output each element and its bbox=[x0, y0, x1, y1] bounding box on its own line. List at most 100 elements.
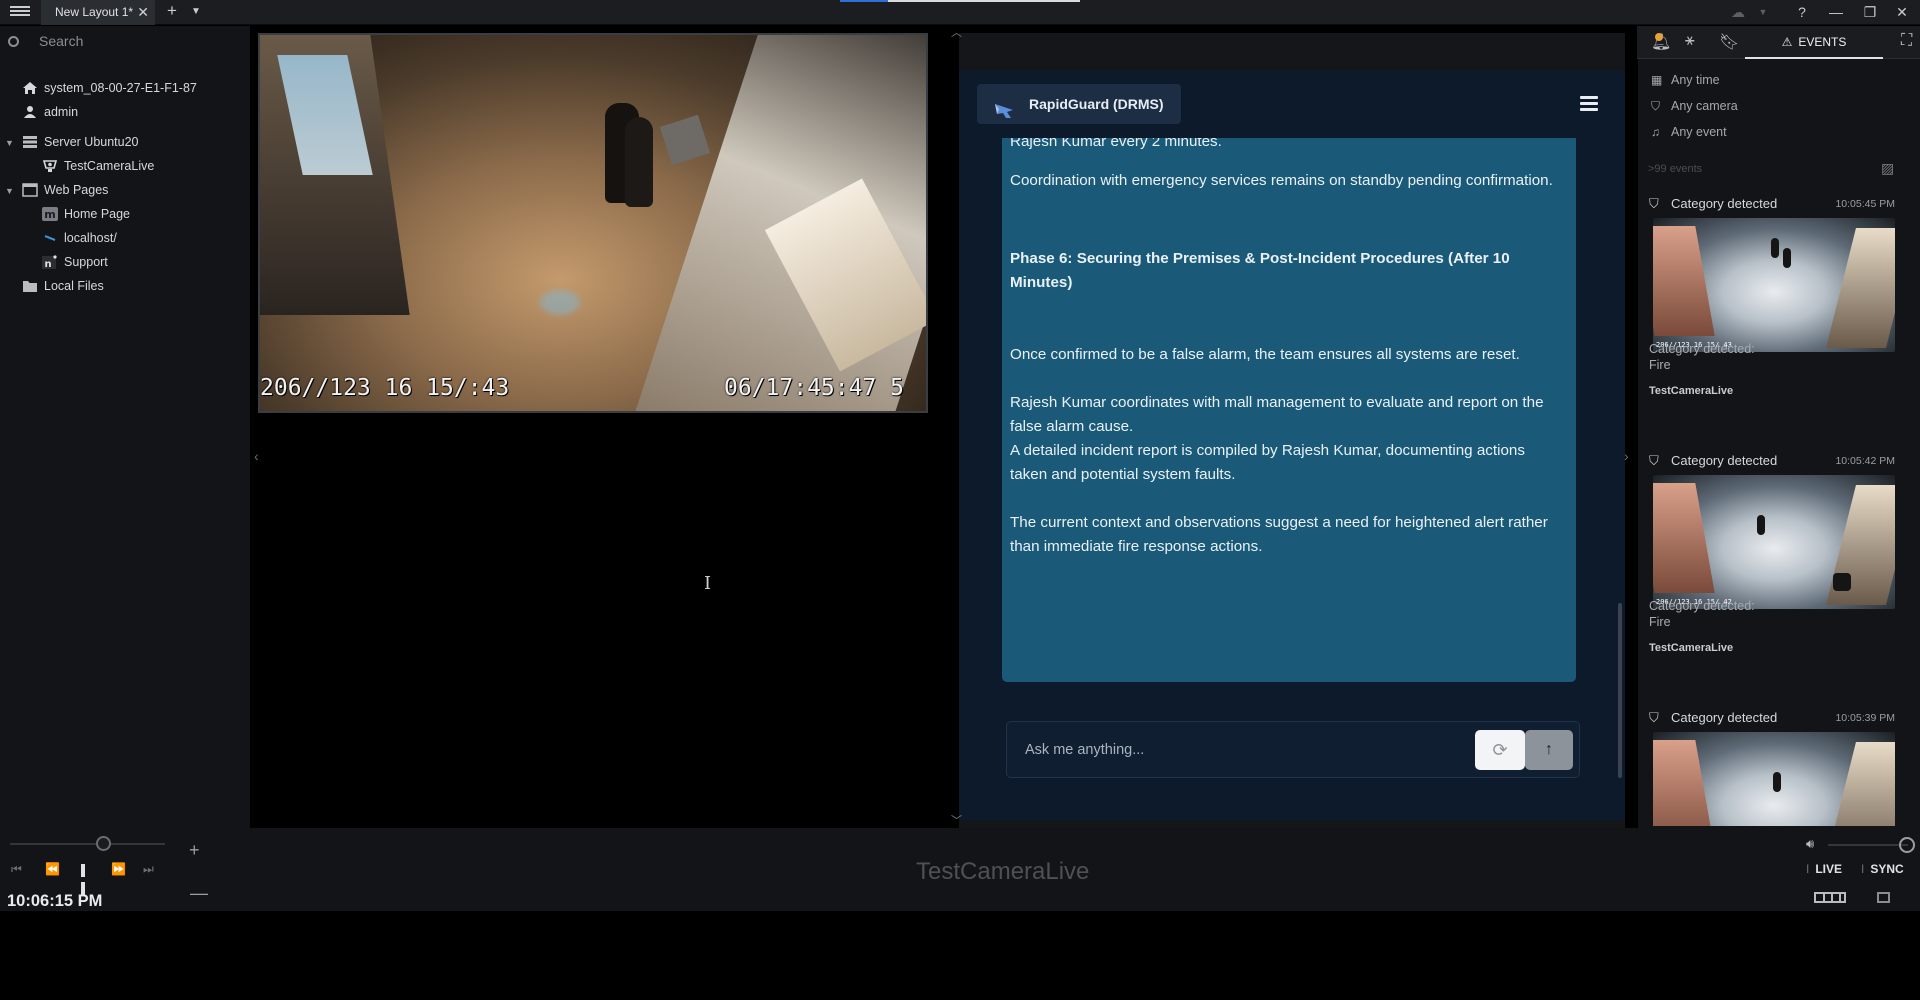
event-thumbnail[interactable]: 206//123 16 15/ 43 bbox=[1653, 218, 1895, 352]
send-button[interactable]: ↑ bbox=[1525, 730, 1573, 770]
video-object bbox=[659, 114, 711, 166]
zoom-in-button[interactable]: + bbox=[189, 840, 200, 861]
app-window: New Layout 1* ✕ + ▼ ☁ ▼ ? — ❐ ✕ Search s… bbox=[0, 0, 1920, 1000]
filter-any-time[interactable]: ▦ Any time bbox=[1651, 73, 1720, 87]
event-thumbnail[interactable]: 206//123 16 15/ 42 bbox=[1653, 475, 1895, 609]
event-card[interactable]: ⛉ Category detected 10:05:45 PM 206//123 … bbox=[1649, 196, 1901, 446]
event-card[interactable]: ⛉ Category detected 10:05:39 PM bbox=[1649, 710, 1901, 826]
live-button[interactable]: I LIVE bbox=[1806, 862, 1842, 876]
tab-new-layout[interactable]: New Layout 1* ✕ bbox=[41, 0, 155, 25]
tree-item-home-page[interactable]: m Home Page bbox=[42, 204, 130, 224]
speed-slider-handle[interactable] bbox=[96, 836, 111, 851]
volume-slider-track[interactable] bbox=[1828, 844, 1908, 846]
clear-events-icon[interactable]: ▨ bbox=[1881, 160, 1894, 177]
filter-any-camera[interactable]: ⛉ Any camera bbox=[1651, 99, 1738, 114]
thumb-person bbox=[1771, 238, 1779, 258]
web-pages-icon bbox=[22, 182, 38, 197]
video-person bbox=[625, 117, 653, 207]
home-icon bbox=[22, 81, 38, 95]
event-description: Category detected: Fire bbox=[1649, 341, 1755, 373]
skip-to-start-icon[interactable]: ⏮ bbox=[11, 862, 22, 877]
thumb-scene bbox=[1653, 740, 1715, 826]
filter-any-event[interactable]: ♫ Any event bbox=[1651, 125, 1727, 139]
event-title-text: Category detected bbox=[1671, 196, 1778, 211]
collapse-right-panel-icon[interactable]: › bbox=[1624, 448, 1629, 464]
event-time: 10:05:39 PM bbox=[1835, 712, 1895, 724]
step-forward-icon[interactable]: ⏩ bbox=[111, 862, 126, 876]
tab-events[interactable]: ⚠ EVENTS bbox=[1745, 26, 1883, 59]
event-card[interactable]: ⛉ Category detected 10:05:42 PM 206//123 … bbox=[1649, 453, 1901, 703]
chat-menu-button[interactable] bbox=[1580, 96, 1598, 114]
tab-close-icon[interactable]: ✕ bbox=[137, 0, 149, 24]
tree-item-admin[interactable]: admin bbox=[22, 102, 78, 122]
tree-item-server[interactable]: Server Ubuntu20 bbox=[22, 132, 139, 152]
cloud-icon[interactable]: ☁ bbox=[1728, 0, 1748, 25]
timeline-layout-icon[interactable] bbox=[1814, 892, 1846, 903]
zoom-out-button[interactable]: — bbox=[190, 883, 208, 904]
chat-input[interactable] bbox=[1025, 738, 1445, 762]
video-osd-left: 206//123 16 15/:43 bbox=[260, 375, 510, 401]
camera-icon: ⛉ bbox=[1649, 453, 1659, 468]
camera-icon: ⛉ bbox=[1649, 710, 1659, 725]
camera-video-tile[interactable]: 206//123 16 15/:43 06/17:45:47 5 bbox=[258, 33, 928, 413]
event-title: ⛉ Category detected bbox=[1649, 453, 1777, 469]
collapse-webpages-chevron-icon[interactable]: ▼ bbox=[5, 186, 14, 196]
add-tab-button[interactable]: + bbox=[167, 1, 177, 21]
chat-scrollbar-thumb[interactable] bbox=[1618, 603, 1622, 778]
fullscreen-icon[interactable] bbox=[1877, 892, 1890, 903]
event-description: Category detected: Fire bbox=[1649, 598, 1755, 630]
speed-slider-track[interactable] bbox=[10, 843, 165, 845]
folder-icon bbox=[22, 279, 38, 293]
user-icon bbox=[22, 105, 38, 119]
close-icon[interactable]: ✕ bbox=[1892, 0, 1912, 25]
object-search-icon[interactable]: ⛶ bbox=[1901, 32, 1912, 50]
step-back-icon[interactable]: ⏪ bbox=[45, 862, 60, 876]
thumb-person bbox=[1757, 515, 1765, 535]
tree-item-web-pages[interactable]: Web Pages bbox=[22, 180, 108, 200]
event-camera-name: TestCameraLive bbox=[1649, 385, 1734, 397]
collapse-server-chevron-icon[interactable]: ▼ bbox=[5, 138, 14, 148]
camera-icon: ⛉ bbox=[1651, 99, 1661, 113]
chat-message-scroll-area[interactable]: Ali Hassan and Sarah Lee continuously mo… bbox=[1002, 138, 1576, 684]
collapse-left-panel-icon[interactable]: ‹ bbox=[254, 448, 259, 464]
assistant-message-bubble: Ali Hassan and Sarah Lee continuously mo… bbox=[1002, 138, 1576, 682]
event-description-line: Category detected: bbox=[1649, 599, 1755, 613]
tree-item-local-files[interactable]: Local Files bbox=[22, 276, 104, 296]
message-paragraph: The current context and observations sug… bbox=[1010, 514, 1548, 555]
cloud-chevron-icon[interactable]: ▼ bbox=[1756, 0, 1770, 25]
scroll-down-chevron-icon[interactable]: ﹀ bbox=[951, 812, 962, 828]
tree-item-system[interactable]: system_08-00-27-E1-F1-87 bbox=[22, 78, 197, 98]
scroll-up-chevron-icon[interactable]: ︿ bbox=[951, 24, 962, 40]
events-tab-label: EVENTS bbox=[1798, 35, 1847, 49]
text-cursor-icon: I bbox=[704, 573, 712, 594]
tree-item-testcameralive[interactable]: TestCameraLive bbox=[42, 156, 154, 176]
restore-icon[interactable]: ❐ bbox=[1860, 0, 1880, 25]
skip-to-end-icon[interactable]: ⏭ bbox=[143, 862, 154, 877]
event-title: ⛉ Category detected bbox=[1649, 196, 1777, 212]
sync-button[interactable]: I SYNC bbox=[1861, 862, 1904, 876]
webpage-m-icon: m bbox=[42, 206, 58, 221]
thumb-person bbox=[1773, 772, 1781, 792]
refresh-button[interactable]: ⟳ bbox=[1475, 730, 1525, 770]
bell-icon: ♫ bbox=[1651, 125, 1660, 139]
tree-item-label: Web Pages bbox=[44, 183, 109, 197]
pause-button[interactable] bbox=[81, 864, 93, 895]
tree-item-localhost[interactable]: localhost/ bbox=[42, 228, 117, 248]
thumb-scene bbox=[1653, 483, 1715, 593]
tree-item-support[interactable]: n Support bbox=[42, 252, 108, 272]
video-osd-right: 06/17:45:47 5 bbox=[723, 375, 904, 401]
bookmark-icon[interactable]: 🔖︎ bbox=[1719, 32, 1739, 52]
tab-list-chevron-icon[interactable]: ▼ bbox=[191, 6, 201, 17]
search-placeholder: Search bbox=[39, 33, 84, 49]
volume-icon[interactable]: 🔊︎ bbox=[1806, 836, 1814, 852]
video-scene bbox=[540, 290, 580, 315]
volume-slider-handle[interactable] bbox=[1899, 837, 1915, 853]
calendar-icon: ▦ bbox=[1651, 73, 1663, 87]
help-icon[interactable]: ? bbox=[1792, 0, 1812, 25]
event-title: ⛉ Category detected bbox=[1649, 710, 1777, 726]
search-box[interactable]: Search bbox=[8, 33, 83, 49]
motion-icon[interactable]: ⚹ bbox=[1685, 32, 1695, 50]
minimize-icon[interactable]: — bbox=[1826, 0, 1846, 25]
event-thumbnail[interactable] bbox=[1653, 732, 1895, 826]
main-menu-button[interactable] bbox=[10, 4, 30, 20]
